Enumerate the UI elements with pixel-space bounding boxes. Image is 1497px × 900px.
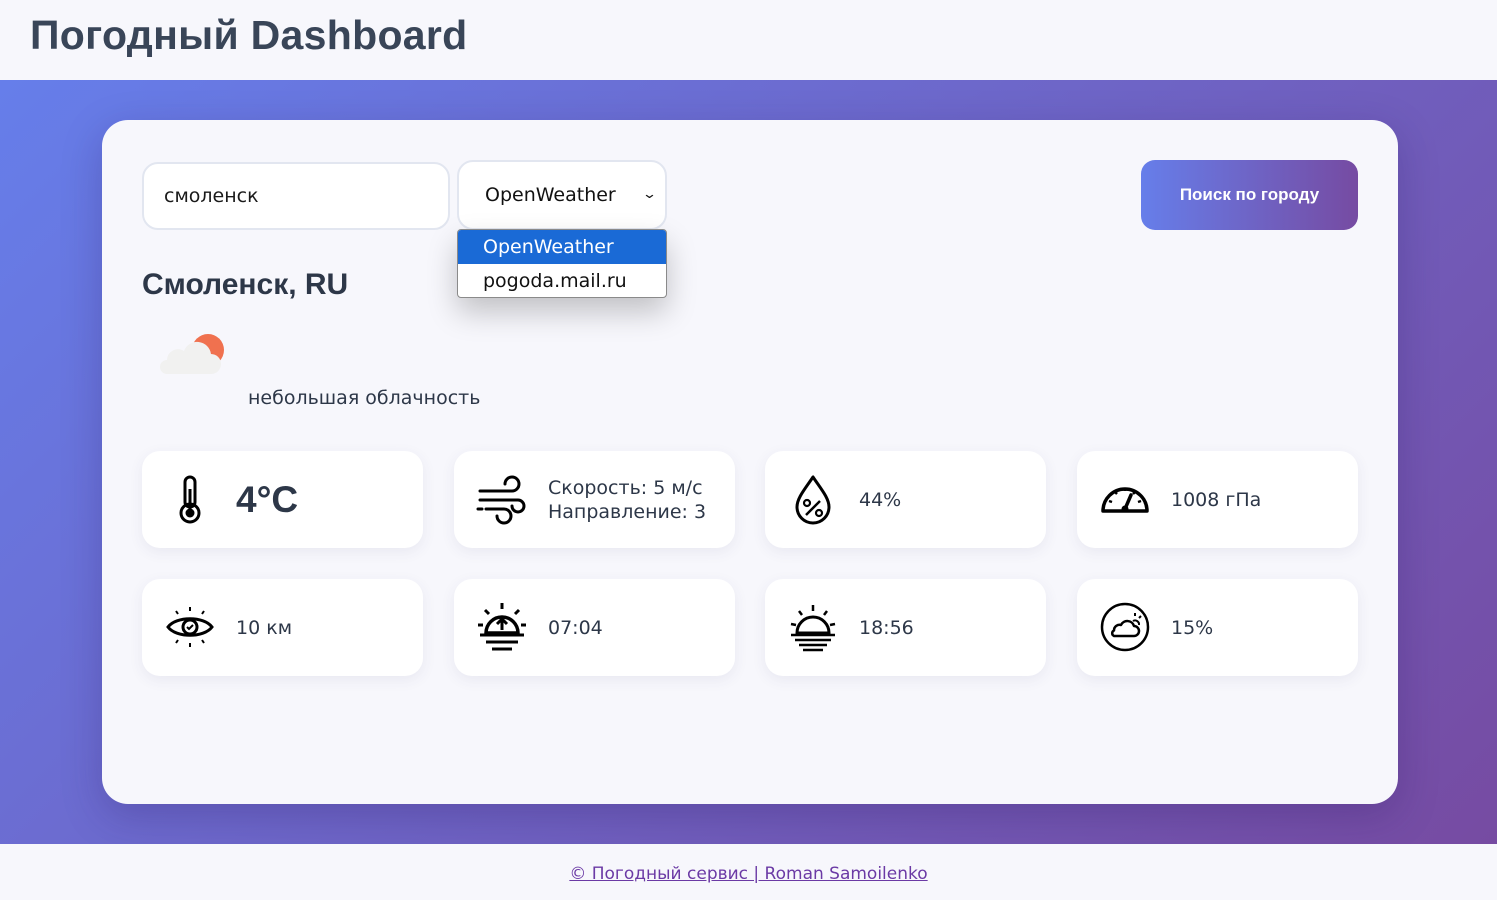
thermometer-icon bbox=[179, 475, 201, 524]
sunrise-tile: 07:04 bbox=[454, 579, 735, 676]
city-search-input[interactable] bbox=[142, 162, 450, 230]
temperature-value: 4°C bbox=[236, 478, 299, 520]
source-option-pogoda-mail[interactable]: pogoda.mail.ru bbox=[458, 264, 666, 297]
visibility-tile: 10 км bbox=[142, 579, 423, 676]
wind-tile: Скорость: 5 м/с Направление: 3 bbox=[454, 451, 735, 548]
sunrise-value: 07:04 bbox=[548, 616, 603, 639]
sunset-tile: 18:56 bbox=[765, 579, 1046, 676]
weather-description: небольшая облачность bbox=[248, 387, 481, 409]
source-select[interactable]: OpenWeather ⌄ bbox=[457, 160, 667, 230]
eye-visibility-icon bbox=[166, 607, 214, 647]
pressure-tile: 1008 гПа bbox=[1077, 451, 1358, 548]
search-by-city-button[interactable]: Поиск по городу bbox=[1141, 160, 1358, 230]
wind-direction: Направление: 3 bbox=[548, 500, 707, 523]
source-option-openweather[interactable]: OpenWeather bbox=[458, 230, 666, 264]
location-title: Смоленск, RU bbox=[142, 268, 349, 301]
app-footer: © Погодный сервис | Roman Samoilenko bbox=[0, 844, 1497, 900]
pressure-gauge-icon bbox=[1101, 487, 1149, 513]
sunset-icon bbox=[790, 605, 836, 652]
visibility-value: 10 км bbox=[236, 616, 293, 639]
wind-icon bbox=[476, 475, 526, 525]
wind-values: Скорость: 5 м/с Направление: 3 bbox=[548, 476, 706, 524]
wind-speed: Скорость: 5 м/с bbox=[548, 476, 703, 499]
hero-background: OpenWeather ⌄ OpenWeather pogoda.mail.ru… bbox=[0, 80, 1497, 844]
footer-credit-link[interactable]: © Погодный сервис | Roman Samoilenko bbox=[569, 864, 927, 884]
sunrise-icon bbox=[478, 603, 526, 651]
page-title: Погодный Dashboard bbox=[30, 12, 468, 58]
source-select-value: OpenWeather bbox=[485, 184, 616, 206]
cloudiness-value: 15% bbox=[1171, 616, 1214, 639]
pressure-value: 1008 гПа bbox=[1171, 488, 1262, 511]
cloudiness-icon bbox=[1100, 602, 1150, 652]
sunset-value: 18:56 bbox=[859, 616, 914, 639]
humidity-value: 44% bbox=[859, 488, 902, 511]
source-dropdown-menu: OpenWeather pogoda.mail.ru bbox=[457, 229, 667, 298]
app-header: Погодный Dashboard bbox=[0, 0, 1497, 80]
humidity-drop-icon bbox=[795, 475, 831, 525]
chevron-down-icon: ⌄ bbox=[641, 187, 658, 202]
weather-card: OpenWeather ⌄ OpenWeather pogoda.mail.ru… bbox=[102, 120, 1398, 804]
partly-cloudy-icon bbox=[160, 334, 224, 374]
cloudiness-tile: 15% bbox=[1077, 579, 1358, 676]
humidity-tile: 44% bbox=[765, 451, 1046, 548]
temperature-tile: 4°C bbox=[142, 451, 423, 548]
